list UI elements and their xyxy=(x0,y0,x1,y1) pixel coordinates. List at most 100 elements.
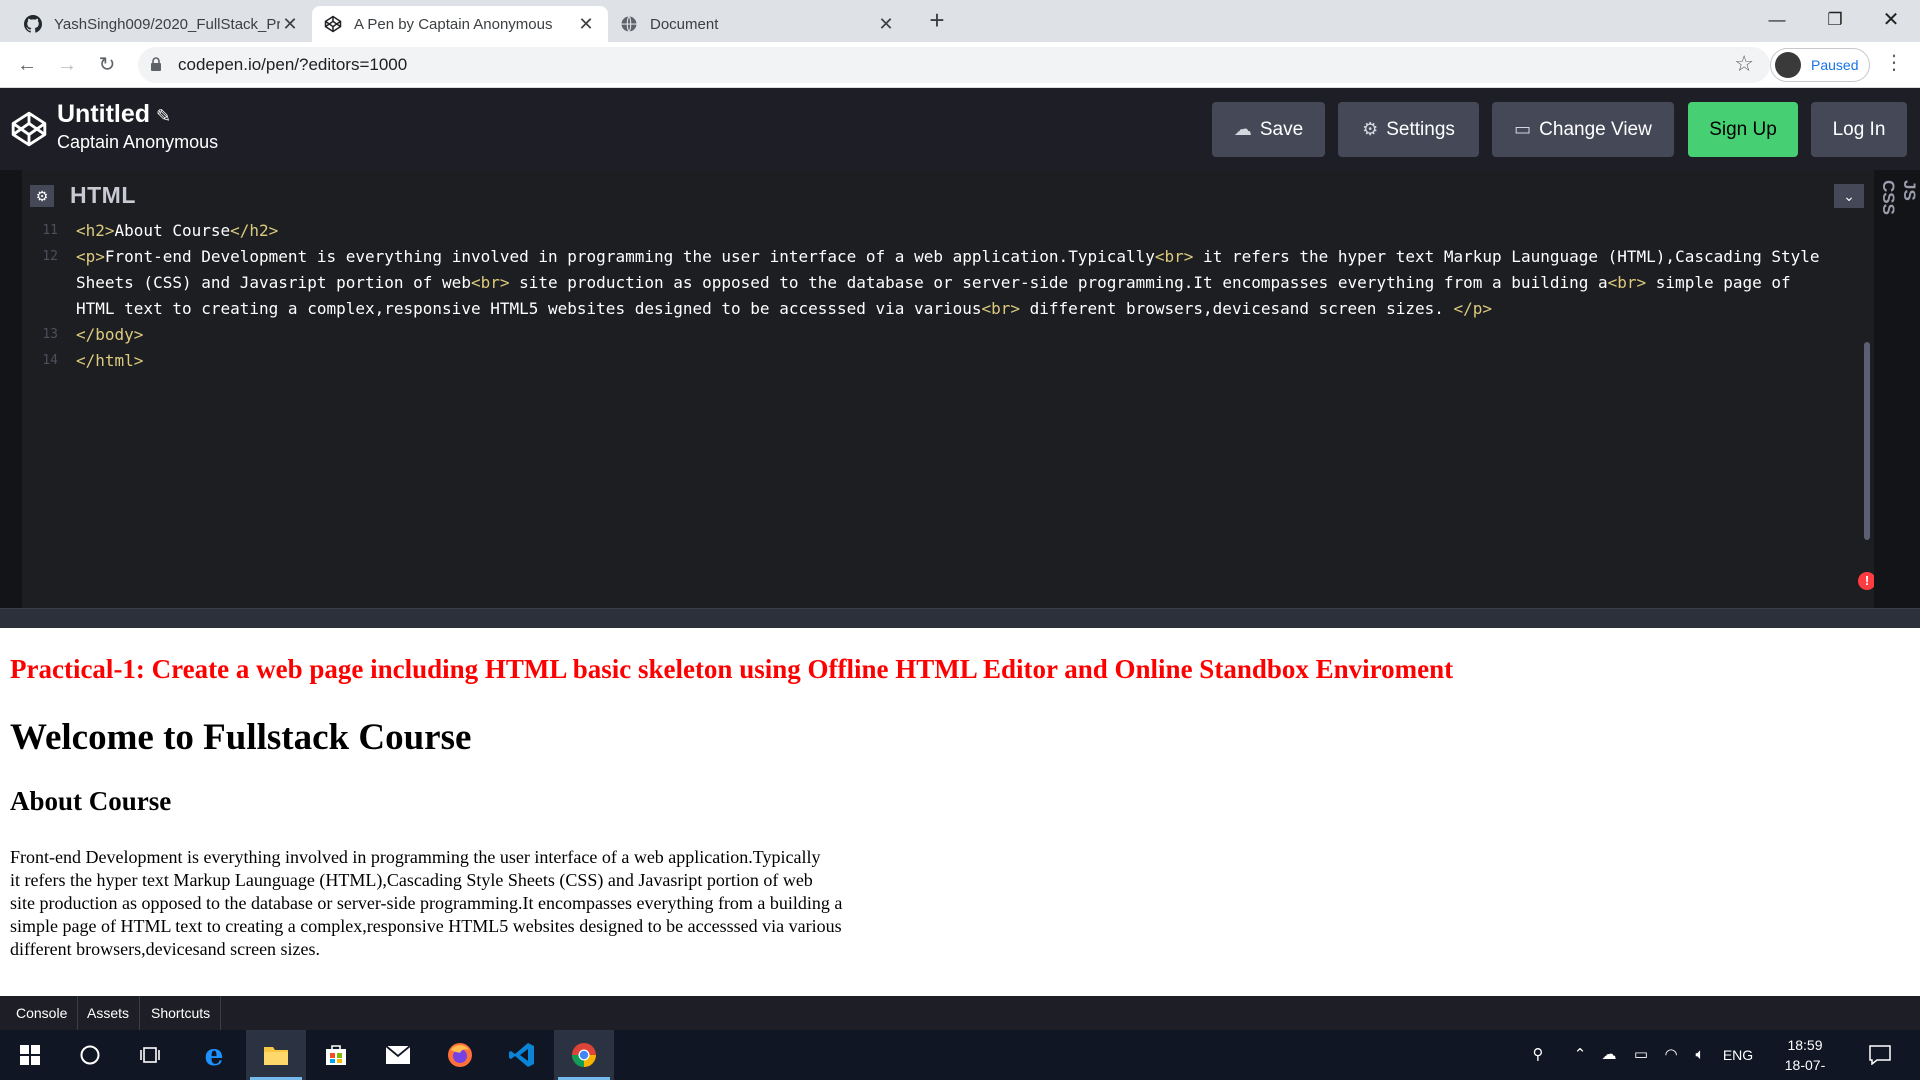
code-text: About Course xyxy=(114,221,231,240)
preview-pane: Practical-1: Create a web page including… xyxy=(0,628,1920,996)
browser-tab-strip: YashSingh009/2020_FullStack_Pra ✕ A Pen … xyxy=(0,0,1920,42)
line-number: 14 xyxy=(42,353,58,368)
language-indicator[interactable]: ENG xyxy=(1718,1030,1758,1080)
pen-author: Captain Anonymous xyxy=(57,132,219,152)
code-line[interactable]: <h2>About Course</h2> xyxy=(76,218,1856,244)
battery-icon[interactable]: ▭ xyxy=(1628,1030,1654,1080)
codepen-header: Untitled ✎ Captain Anonymous ☁ Save ⚙ Setti… xyxy=(0,88,1920,170)
reload-icon[interactable]: ↻ xyxy=(92,50,122,80)
code-line[interactable]: </html> xyxy=(76,348,1856,374)
windows-taskbar: e ⚲ ⌃ ☁ ▭ ◠ 🔈︎ ENG 18:59 18-07-2020 xyxy=(0,1030,1920,1080)
avatar xyxy=(1775,52,1801,78)
preview-heading-about: About Course xyxy=(10,786,172,816)
browser-tab-document[interactable]: Document ✕ xyxy=(608,6,908,42)
search-icon[interactable] xyxy=(60,1030,120,1080)
tab-title: Document xyxy=(650,15,719,33)
clock-date: 18-07-2020 xyxy=(1784,1057,1826,1080)
new-tab-button[interactable]: + xyxy=(922,6,952,36)
code-tag: <br> xyxy=(1607,273,1647,292)
code-tag: <h2> xyxy=(76,221,115,240)
wifi-icon[interactable]: ◠ xyxy=(1658,1030,1684,1080)
console-button[interactable]: Console xyxy=(6,996,79,1030)
line-number: 11 xyxy=(42,223,58,238)
preview-heading-red: Practical-1: Create a web page including… xyxy=(10,654,1454,684)
menu-kebab-icon[interactable]: ⋮ xyxy=(1884,50,1904,75)
code-line[interactable]: <p>Front-end Development is everything i… xyxy=(76,244,1856,270)
save-label: Save xyxy=(1259,118,1304,140)
editor-area: ⚙ HTML ⌄ 11 <h2>About Course</h2> 12 <p>Fro… xyxy=(0,170,1920,608)
change-view-button[interactable]: ▭ Change View xyxy=(1492,102,1674,157)
settings-label: Settings xyxy=(1386,118,1455,140)
edge-icon[interactable]: e xyxy=(184,1030,244,1080)
line-number: 12 xyxy=(42,249,58,264)
clock-time: 18:59 xyxy=(1787,1037,1823,1053)
collapsed-editors: CSS xyxy=(1874,170,1920,608)
code-line[interactable]: </body> xyxy=(76,322,1856,348)
sign-up-button[interactable]: Sign Up xyxy=(1688,102,1798,157)
bookmark-star-icon[interactable]: ☆ xyxy=(1734,51,1754,77)
minimize-icon[interactable]: — xyxy=(1748,0,1806,40)
profile-button[interactable]: Paused xyxy=(1770,48,1870,82)
editor-scrollbar[interactable] xyxy=(1864,342,1870,540)
chevron-down-icon[interactable]: ⌄ xyxy=(1834,184,1864,208)
html-editor-pane[interactable]: ⚙ HTML ⌄ 11 <h2>About Course</h2> 12 <p>Fro… xyxy=(22,170,1876,608)
task-view-icon[interactable] xyxy=(120,1030,180,1080)
restore-icon[interactable]: ❐ xyxy=(1806,0,1864,40)
assets-button[interactable]: Assets xyxy=(77,996,141,1030)
onedrive-icon[interactable]: ☁ xyxy=(1596,1030,1622,1080)
log-in-label: Log In xyxy=(1832,118,1886,140)
code-line[interactable]: HTML text to creating a complex,responsi… xyxy=(76,296,1856,322)
mail-icon[interactable] xyxy=(368,1030,428,1080)
lock-icon xyxy=(150,57,162,71)
codepen-logo-icon[interactable] xyxy=(10,110,48,148)
change-view-label: Change View xyxy=(1539,118,1652,140)
code-text: Sheets (CSS) and Javasript portion of we… xyxy=(76,273,471,292)
clock[interactable]: 18:59 18-07-2020 xyxy=(1770,1035,1840,1080)
file-explorer-icon[interactable] xyxy=(246,1030,306,1080)
code-text: different browsers,devicesand screen siz… xyxy=(1020,299,1454,318)
vscode-icon[interactable] xyxy=(492,1030,552,1080)
browser-tab-codepen[interactable]: A Pen by Captain Anonymous ✕ xyxy=(312,6,608,42)
codepen-bottom-bar: Console Assets Shortcuts xyxy=(0,996,1920,1030)
back-icon[interactable]: ← xyxy=(12,50,42,80)
shortcuts-button[interactable]: Shortcuts xyxy=(141,996,222,1030)
settings-button[interactable]: ⚙ Settings xyxy=(1338,102,1479,157)
firefox-icon[interactable] xyxy=(430,1030,490,1080)
browser-tab-github[interactable]: YashSingh009/2020_FullStack_Pra ✕ xyxy=(12,6,312,42)
address-bar[interactable]: codepen.io/pen/?editors=1000 ☆ xyxy=(138,47,1770,83)
people-icon[interactable]: ⚲ xyxy=(1524,1030,1552,1080)
forward-icon[interactable]: → xyxy=(52,50,82,80)
preview-paragraph: Front-end Development is everything invo… xyxy=(10,846,842,961)
tab-css-label: CSS xyxy=(1879,180,1898,215)
editor-settings-icon[interactable]: ⚙ xyxy=(30,185,54,207)
editor-header: ⚙ HTML ⌄ xyxy=(22,176,1874,212)
gear-icon: ⚙ xyxy=(1362,119,1379,139)
chrome-icon[interactable] xyxy=(554,1030,614,1080)
volume-icon[interactable]: 🔈︎ xyxy=(1686,1030,1714,1080)
code-text: HTML text to creating a complex,responsi… xyxy=(76,299,982,318)
pane-resizer[interactable] xyxy=(0,608,1920,628)
editor-name: HTML xyxy=(70,182,136,208)
code-line[interactable]: Sheets (CSS) and Javasript portion of we… xyxy=(76,270,1856,296)
layout-icon: ▭ xyxy=(1514,119,1532,139)
notifications-icon[interactable] xyxy=(1860,1030,1900,1080)
store-icon[interactable] xyxy=(306,1030,366,1080)
code-tag: <p> xyxy=(76,247,105,266)
close-tab-icon[interactable]: ✕ xyxy=(876,14,896,35)
close-tab-icon[interactable]: ✕ xyxy=(280,14,300,35)
log-in-button[interactable]: Log In xyxy=(1811,102,1907,157)
pencil-icon[interactable]: ✎ xyxy=(156,106,171,126)
pen-title[interactable]: Untitled ✎ xyxy=(57,100,171,129)
chevron-up-icon[interactable]: ⌃ xyxy=(1568,1030,1592,1080)
line-number: 13 xyxy=(42,327,58,342)
close-tab-icon[interactable]: ✕ xyxy=(576,14,596,35)
code-tag: </html> xyxy=(76,351,144,370)
globe-icon xyxy=(620,15,638,33)
paragraph-line: different browsers,devicesand screen siz… xyxy=(10,939,321,959)
close-window-icon[interactable]: ✕ xyxy=(1862,0,1920,40)
tab-js-label: JS xyxy=(1900,180,1919,201)
code-tag: <br> xyxy=(470,273,510,292)
windows-start-icon[interactable] xyxy=(0,1030,60,1080)
cloud-icon: ☁ xyxy=(1233,119,1252,139)
save-button[interactable]: ☁ Save xyxy=(1212,102,1325,157)
